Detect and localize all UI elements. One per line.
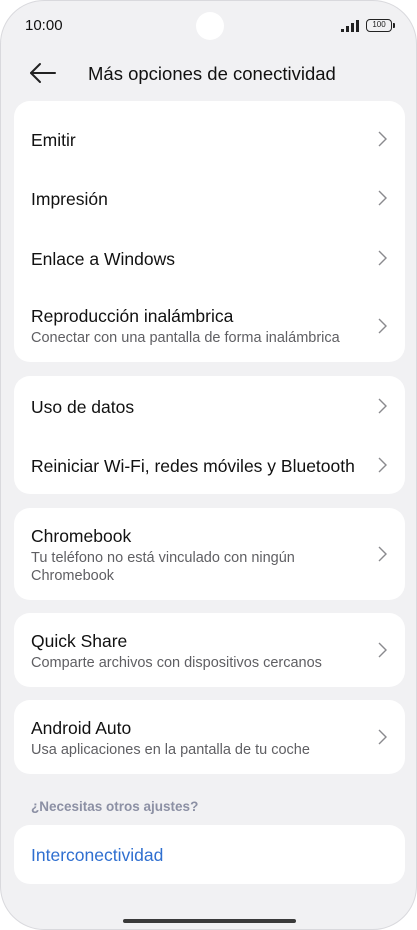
settings-card-interconnectivity: Interconectividad [14, 825, 405, 884]
page-title: Más opciones de conectividad [88, 63, 336, 84]
phone-screen: 10:00 100 Más opciones de conectividad E… [0, 0, 417, 930]
settings-item-android-auto[interactable]: Android Auto Usa aplicaciones en la pant… [14, 700, 405, 774]
settings-item-description: Comparte archivos con dispositivos cerca… [31, 655, 322, 671]
chevron-right-icon [378, 398, 387, 414]
section-label-other-settings: ¿Necesitas otros ajustes? [31, 799, 199, 814]
chevron-right-icon [378, 457, 387, 473]
camera-cutout [196, 12, 224, 40]
settings-item-label: Chromebook [31, 526, 132, 546]
settings-card-android-auto: Android Auto Usa aplicaciones en la pant… [14, 700, 405, 774]
settings-card-data: Uso de datos Reiniciar Wi-Fi, redes móvi… [14, 376, 405, 494]
signal-icon [341, 20, 359, 32]
settings-item-description: Usa aplicaciones en la pantalla de tu co… [31, 742, 310, 758]
settings-item-emitir[interactable]: Emitir [14, 101, 405, 171]
home-indicator[interactable] [123, 919, 296, 923]
chevron-right-icon [378, 318, 387, 334]
interconectividad-link[interactable]: Interconectividad [14, 825, 405, 884]
settings-card-chromebook: Chromebook Tu teléfono no está vinculado… [14, 508, 405, 600]
interconectividad-link-label: Interconectividad [31, 845, 164, 865]
settings-item-label: Emitir [31, 130, 76, 150]
settings-item-label: Reproducción inalámbrica [31, 306, 234, 326]
settings-item-impresion[interactable]: Impresión [14, 171, 405, 230]
chevron-right-icon [378, 250, 387, 266]
settings-item-label: Android Auto [31, 718, 132, 738]
battery-icon: 100 [366, 19, 395, 32]
back-arrow-icon[interactable] [27, 59, 59, 87]
settings-item-chromebook[interactable]: Chromebook Tu teléfono no está vinculado… [14, 508, 405, 600]
status-bar: 10:00 100 [1, 1, 416, 51]
status-time: 10:00 [25, 17, 63, 34]
chevron-right-icon [378, 131, 387, 147]
settings-item-description: Conectar con una pantalla de forma inalá… [31, 330, 340, 346]
chevron-right-icon [378, 190, 387, 206]
settings-card-quick-share: Quick Share Comparte archivos con dispos… [14, 613, 405, 687]
header: Más opciones de conectividad [1, 53, 416, 93]
chevron-right-icon [378, 546, 387, 562]
settings-item-reiniciar-redes[interactable]: Reiniciar Wi-Fi, redes móviles y Bluetoo… [14, 435, 405, 494]
settings-card-connectivity: Emitir Impresión Enlace a Windows Reprod… [14, 101, 405, 362]
battery-level: 100 [372, 20, 386, 29]
settings-item-description: Tu teléfono no está vinculado con ningún… [31, 550, 295, 584]
settings-item-label: Reiniciar Wi-Fi, redes móviles y Bluetoo… [31, 456, 355, 476]
chevron-right-icon [378, 729, 387, 745]
settings-item-reproduccion-inalambrica[interactable]: Reproducción inalámbrica Conectar con un… [14, 289, 405, 362]
settings-item-enlace-windows[interactable]: Enlace a Windows [14, 230, 405, 289]
settings-item-quick-share[interactable]: Quick Share Comparte archivos con dispos… [14, 613, 405, 687]
settings-item-uso-datos[interactable]: Uso de datos [14, 376, 405, 435]
chevron-right-icon [378, 642, 387, 658]
settings-item-label: Quick Share [31, 631, 128, 651]
settings-item-label: Impresión [31, 189, 108, 209]
settings-item-label: Uso de datos [31, 397, 135, 417]
settings-item-label: Enlace a Windows [31, 249, 175, 269]
